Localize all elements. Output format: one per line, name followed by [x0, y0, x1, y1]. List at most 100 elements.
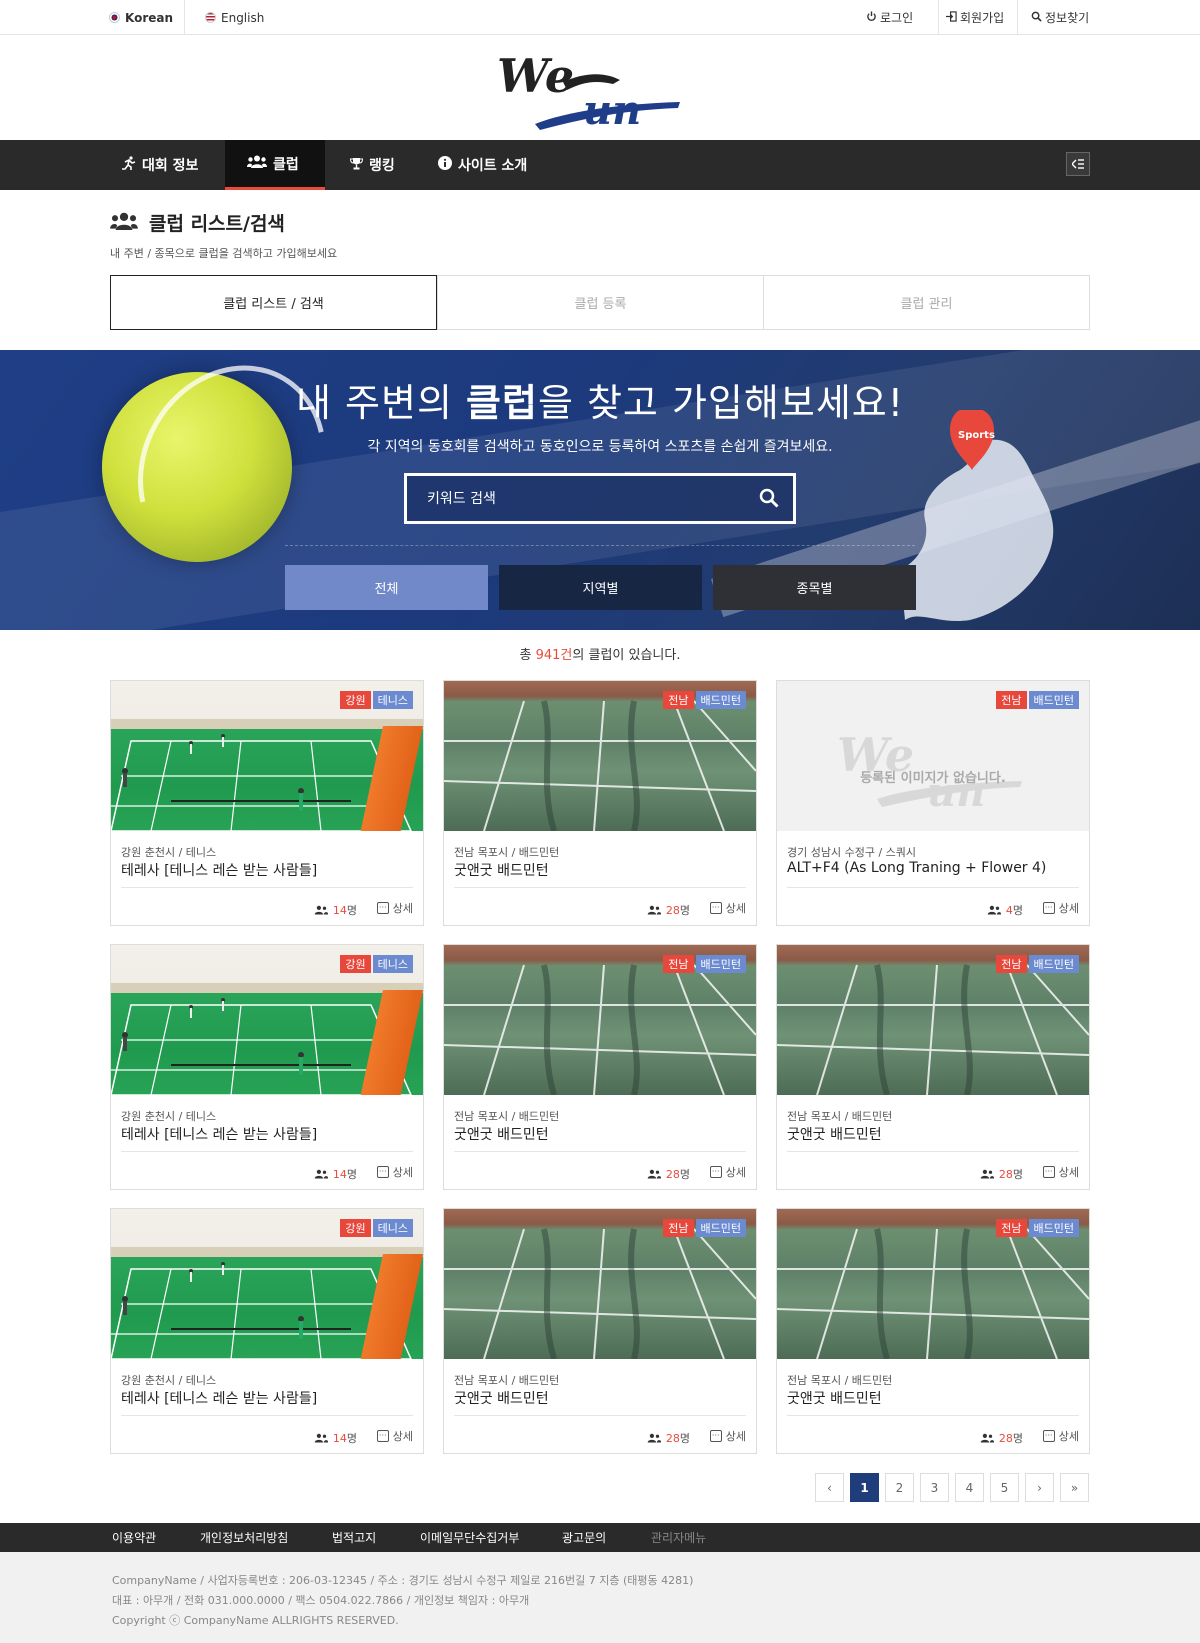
footer-link-admin[interactable]: 관리자메뉴: [651, 1523, 706, 1552]
nav-item-ranking-label: 랭킹: [369, 158, 395, 174]
club-card[interactable]: 강원 테니스 강원 춘천시 / 테니스 테레사 [테니스 레슨 받는 사람들] 14 명 ·…: [110, 944, 424, 1190]
footer-link-email-refusal[interactable]: 이메일무단수집거부: [420, 1523, 519, 1552]
detail-button[interactable]: ··· 상세: [1042, 1428, 1079, 1444]
main-nav: 대회 정보 클럽 랭킹 사이트 소개: [0, 140, 1200, 190]
find-info-link[interactable]: 정보찾기: [1017, 0, 1089, 35]
nav-item-club[interactable]: 클럽: [225, 140, 325, 190]
menu-collapse-icon[interactable]: [1066, 152, 1090, 176]
language-english[interactable]: English: [205, 0, 264, 35]
club-location-sport: 강원 춘천시 / 테니스: [121, 1110, 217, 1123]
page-2[interactable]: 2: [885, 1473, 914, 1502]
club-name[interactable]: 굿앤굿 배드민턴: [787, 1124, 882, 1144]
club-name[interactable]: 테레사 [테니스 레슨 받는 사람들]: [121, 1124, 317, 1144]
club-name[interactable]: 굿앤굿 배드민턴: [454, 860, 549, 880]
club-card[interactable]: 전남 배드민턴 전남 목포시 / 배드민턴 굿앤굿 배드민턴 28 명 ··· 상세: [443, 680, 757, 926]
detail-button[interactable]: ··· 상세: [376, 900, 413, 916]
club-tags: 전남 배드민턴: [661, 1219, 746, 1237]
club-count-post: 의 클럽이 있습니다.: [572, 648, 681, 663]
nav-item-about[interactable]: 사이트 소개: [438, 140, 527, 190]
member-count: 28 명: [980, 1430, 1023, 1446]
site-logo[interactable]: We un: [495, 42, 685, 134]
hero-subtitle: 각 지역의 동호회를 검색하고 동호인으로 등록하여 스포츠를 손쉽게 즐겨보세…: [367, 439, 833, 455]
region-badge: 강원: [340, 691, 371, 709]
club-name[interactable]: 굿앤굿 배드민턴: [454, 1388, 549, 1408]
club-name[interactable]: 테레사 [테니스 레슨 받는 사람들]: [121, 1388, 317, 1408]
club-card[interactable]: 전남 배드민턴 전남 목포시 / 배드민턴 굿앤굿 배드민턴 28 명 ··· 상세: [776, 944, 1090, 1190]
club-name[interactable]: 굿앤굿 배드민턴: [787, 1388, 882, 1408]
hero-title: 내 주변의 클럽을 찾고 가입해보세요!: [0, 372, 1200, 427]
hero-search-box: [404, 473, 796, 524]
hero-title-pre: 내 주변의: [296, 381, 467, 425]
club-count-number: 941건: [535, 648, 573, 663]
sport-badge: 배드민턴: [695, 691, 746, 709]
member-unit: 명: [1012, 904, 1023, 917]
member-unit: 명: [679, 904, 690, 917]
signup-link[interactable]: 회원가입: [938, 0, 1004, 35]
region-badge: 강원: [340, 955, 371, 973]
member-unit: 명: [346, 1432, 357, 1445]
users-icon: [647, 1433, 661, 1443]
club-tags: 전남 배드민턴: [661, 691, 746, 709]
top-utility-bar: Korean English 로그인 회원가입 정보찾기: [0, 0, 1200, 35]
detail-button[interactable]: ··· 상세: [376, 1428, 413, 1444]
nav-item-about-label: 사이트 소개: [458, 158, 528, 174]
keyword-search-input[interactable]: [407, 476, 737, 521]
login-link[interactable]: 로그인: [866, 0, 913, 35]
nav-item-ranking[interactable]: 랭킹: [349, 140, 395, 190]
club-name[interactable]: 테레사 [테니스 레슨 받는 사람들]: [121, 860, 317, 880]
footer-link-privacy[interactable]: 개인정보처리방침: [200, 1523, 288, 1552]
detail-button[interactable]: ··· 상세: [1042, 1164, 1079, 1180]
page-3[interactable]: 3: [920, 1473, 949, 1502]
club-name[interactable]: 굿앤굿 배드민턴: [454, 1124, 549, 1144]
sport-badge: 테니스: [372, 691, 413, 709]
detail-icon: ···: [376, 1430, 389, 1442]
filter-region-button[interactable]: 지역별: [499, 565, 702, 610]
detail-button[interactable]: ··· 상세: [709, 900, 746, 916]
runner-icon: [122, 156, 136, 174]
sport-badge: 배드민턴: [695, 1219, 746, 1237]
sport-badge: 테니스: [372, 1219, 413, 1237]
users-icon: [647, 905, 661, 915]
footer-link-legal[interactable]: 법적고지: [332, 1523, 376, 1552]
page-description: 내 주변 / 종목으로 클럽을 검색하고 가입해보세요: [110, 247, 338, 260]
card-divider: [121, 887, 413, 888]
club-tags: 전남 배드민턴: [994, 691, 1079, 709]
search-icon[interactable]: [759, 488, 779, 512]
users-icon: [314, 905, 328, 915]
detail-icon: ···: [376, 1166, 389, 1178]
detail-button[interactable]: ··· 상세: [709, 1164, 746, 1180]
filter-sport-button[interactable]: 종목별: [713, 565, 916, 610]
club-card[interactable]: 전남 배드민턴 전남 목포시 / 배드민턴 굿앤굿 배드민턴 28 명 ··· 상세: [443, 1208, 757, 1454]
tab-club-register[interactable]: 클럽 등록: [437, 276, 763, 329]
tab-club-list[interactable]: 클럽 리스트 / 검색: [110, 275, 437, 330]
next-page-button[interactable]: ›: [1025, 1473, 1054, 1502]
page-4[interactable]: 4: [955, 1473, 984, 1502]
prev-page-button[interactable]: ‹: [815, 1473, 844, 1502]
club-name[interactable]: ALT+F4 (As Long Traning + Flower 4): [787, 860, 1046, 876]
club-card[interactable]: 전남 배드민턴 전남 목포시 / 배드민턴 굿앤굿 배드민턴 28 명 ··· 상세: [443, 944, 757, 1190]
detail-icon: ···: [1042, 1166, 1055, 1178]
sport-badge: 배드민턴: [1028, 955, 1079, 973]
club-card[interactable]: Weun등록된 이미지가 없습니다.전남배드민턴경기 성남시 수정구 / 스쿼시…: [776, 680, 1090, 926]
nav-item-competitions[interactable]: 대회 정보: [122, 140, 198, 190]
club-card[interactable]: 전남 배드민턴 전남 목포시 / 배드민턴 굿앤굿 배드민턴 28 명 ··· 상세: [776, 1208, 1090, 1454]
page-1[interactable]: 1: [850, 1473, 879, 1502]
detail-button[interactable]: ··· 상세: [376, 1164, 413, 1180]
nav-item-competitions-label: 대회 정보: [142, 158, 199, 174]
footer-link-terms[interactable]: 이용약관: [112, 1523, 156, 1552]
member-count-value: 28: [998, 1167, 1013, 1181]
page-5[interactable]: 5: [990, 1473, 1019, 1502]
club-card[interactable]: 강원 테니스 강원 춘천시 / 테니스 테레사 [테니스 레슨 받는 사람들] 14 명 ·…: [110, 1208, 424, 1454]
region-badge: 강원: [340, 1219, 371, 1237]
detail-button[interactable]: ··· 상세: [709, 1428, 746, 1444]
detail-label: 상세: [1058, 902, 1079, 915]
club-card[interactable]: 강원 테니스 강원 춘천시 / 테니스 테레사 [테니스 레슨 받는 사람들] 14 명 ·…: [110, 680, 424, 926]
member-count-value: 14: [332, 903, 347, 917]
filter-all-button[interactable]: 전체: [285, 565, 488, 610]
tab-club-manage[interactable]: 클럽 관리: [763, 276, 1089, 329]
card-divider: [787, 1415, 1079, 1416]
detail-button[interactable]: ··· 상세: [1042, 900, 1079, 916]
language-korean[interactable]: Korean: [109, 0, 185, 35]
last-page-button[interactable]: »: [1060, 1473, 1089, 1502]
footer-link-ads[interactable]: 광고문의: [562, 1523, 606, 1552]
